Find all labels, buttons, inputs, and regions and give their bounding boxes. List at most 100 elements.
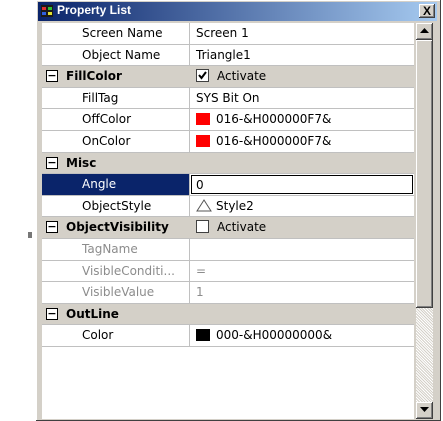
property-value[interactable]: Screen 1 <box>190 23 414 44</box>
scroll-up-button[interactable] <box>416 23 433 40</box>
property-grid: Screen Name Screen 1 Object Name Triangle1−… <box>42 23 414 419</box>
property-name[interactable]: Color <box>42 325 190 346</box>
property-name[interactable]: VisibleConditi... <box>42 260 190 282</box>
app-icon <box>41 5 53 17</box>
property-name[interactable]: Object Name <box>42 44 190 66</box>
property-list-window: Property List X Screen Name Screen 1 Objec… <box>36 0 441 421</box>
property-name-label: Screen Name <box>82 26 163 40</box>
triangle-icon <box>196 198 212 217</box>
property-value[interactable]: Activate <box>190 217 414 238</box>
collapse-icon[interactable]: − <box>46 221 58 234</box>
property-value[interactable]: = <box>190 261 414 282</box>
property-name-label: ObjectVisibility <box>66 220 169 235</box>
property-row-objectstyle[interactable]: ObjectStyle Style2 <box>42 195 414 218</box>
property-name[interactable]: OffColor <box>42 109 190 130</box>
property-value[interactable]: 0 <box>190 174 414 195</box>
property-name-label: Object Name <box>82 47 161 62</box>
category-row-outline[interactable]: − OutLine <box>42 303 414 326</box>
scroll-track[interactable] <box>416 308 433 402</box>
background-marker <box>28 232 32 238</box>
property-value-text: Style2 <box>216 198 254 213</box>
category-row-objectvisibility[interactable]: − ObjectVisibility Activate <box>42 217 414 239</box>
property-name[interactable]: − ObjectVisibility <box>42 217 190 238</box>
category-row-fillcolor[interactable]: − FillColor Activate <box>42 66 414 88</box>
vertical-scrollbar[interactable] <box>416 23 433 419</box>
property-name-label: FillColor <box>66 69 122 84</box>
property-row-visibleconditi[interactable]: VisibleConditi... = <box>42 260 414 283</box>
property-name[interactable]: OnColor <box>42 130 190 152</box>
property-name[interactable]: FillTag <box>42 87 190 109</box>
property-row-offcolor[interactable]: OffColor 016-&H000000F7& <box>42 109 414 131</box>
property-value-text: 1 <box>196 285 204 300</box>
property-value-text: 0 <box>196 178 204 193</box>
property-row-tagname[interactable]: TagName <box>42 238 414 261</box>
property-value-text: = <box>196 263 207 278</box>
color-swatch <box>196 113 210 126</box>
property-row-angle[interactable]: Angle 0 <box>42 174 414 196</box>
property-value-text: Triangle1 <box>196 47 251 62</box>
property-name-label: Angle <box>82 177 117 192</box>
property-value[interactable]: 016-&H000000F7& <box>190 109 414 130</box>
close-icon: X <box>422 4 431 18</box>
scroll-up-arrow-icon <box>420 28 429 33</box>
property-value-text: Activate <box>217 69 267 84</box>
close-button[interactable]: X <box>419 4 435 18</box>
property-value[interactable]: SYS Bit On <box>190 88 414 109</box>
property-name[interactable]: − OutLine <box>42 304 190 325</box>
property-row-object-name[interactable]: Object Name Triangle1 <box>42 44 414 67</box>
property-name-label: OffColor <box>82 112 132 127</box>
window-title: Property List <box>57 3 132 17</box>
property-name-label: Color <box>82 328 114 343</box>
property-name-label: OutLine <box>66 306 119 321</box>
property-name-label: ObjectStyle <box>82 198 152 213</box>
property-value[interactable]: Style2 <box>190 196 414 217</box>
property-value[interactable] <box>190 152 414 174</box>
collapse-icon[interactable]: − <box>46 70 58 83</box>
property-row-oncolor[interactable]: OnColor 016-&H000000F7& <box>42 130 414 153</box>
property-value-text: Screen 1 <box>196 26 249 40</box>
property-name-label: VisibleConditi... <box>82 263 175 278</box>
scroll-thumb[interactable] <box>416 40 433 308</box>
scroll-down-arrow-icon <box>420 407 429 412</box>
property-row-filltag[interactable]: FillTag SYS Bit On <box>42 87 414 110</box>
property-row-color[interactable]: Color 000-&H00000000& <box>42 325 414 347</box>
property-name[interactable]: VisibleValue <box>42 282 190 303</box>
property-value[interactable]: 016-&H000000F7& <box>190 131 414 152</box>
activate-checkbox[interactable] <box>196 220 209 234</box>
background-panel <box>0 0 36 421</box>
property-value[interactable] <box>190 303 414 325</box>
title-bar[interactable]: Property List X <box>38 2 437 21</box>
property-row-visiblevalue[interactable]: VisibleValue 1 <box>42 282 414 304</box>
property-name-label: FillTag <box>82 90 119 105</box>
property-value[interactable]: Triangle1 <box>190 45 414 66</box>
property-value-text: 016-&H000000F7& <box>216 112 332 127</box>
collapse-icon[interactable]: − <box>46 307 58 320</box>
property-name-label: OnColor <box>82 133 131 148</box>
checkmark-icon <box>198 71 207 80</box>
angle-edit-field[interactable]: 0 <box>191 175 413 194</box>
property-value[interactable] <box>190 239 414 260</box>
property-value-text: SYS Bit On <box>196 90 260 105</box>
property-value-text: Activate <box>217 220 267 235</box>
property-name[interactable]: − Misc <box>42 153 190 174</box>
category-row-misc[interactable]: − Misc <box>42 152 414 175</box>
collapse-icon[interactable]: − <box>46 156 58 169</box>
property-name-label: VisibleValue <box>82 285 155 300</box>
property-name[interactable]: Angle <box>42 174 190 195</box>
property-row-screen-name[interactable]: Screen Name Screen 1 <box>42 23 414 45</box>
property-name[interactable]: ObjectStyle <box>42 195 190 217</box>
color-swatch <box>196 134 210 147</box>
property-value[interactable]: 1 <box>190 282 414 303</box>
property-name-label: TagName <box>82 241 138 256</box>
property-name-label: Misc <box>66 155 97 170</box>
property-value-text: 016-&H000000F7& <box>216 133 332 148</box>
scroll-down-button[interactable] <box>416 402 433 419</box>
property-name[interactable]: − FillColor <box>42 66 190 87</box>
color-swatch <box>196 329 210 342</box>
property-value[interactable]: Activate <box>190 66 414 87</box>
property-value[interactable]: 000-&H00000000& <box>190 325 414 346</box>
property-name[interactable]: Screen Name <box>42 23 190 44</box>
property-value-text: 000-&H00000000& <box>216 328 333 343</box>
property-name[interactable]: TagName <box>42 238 190 260</box>
activate-checkbox[interactable] <box>196 69 209 83</box>
